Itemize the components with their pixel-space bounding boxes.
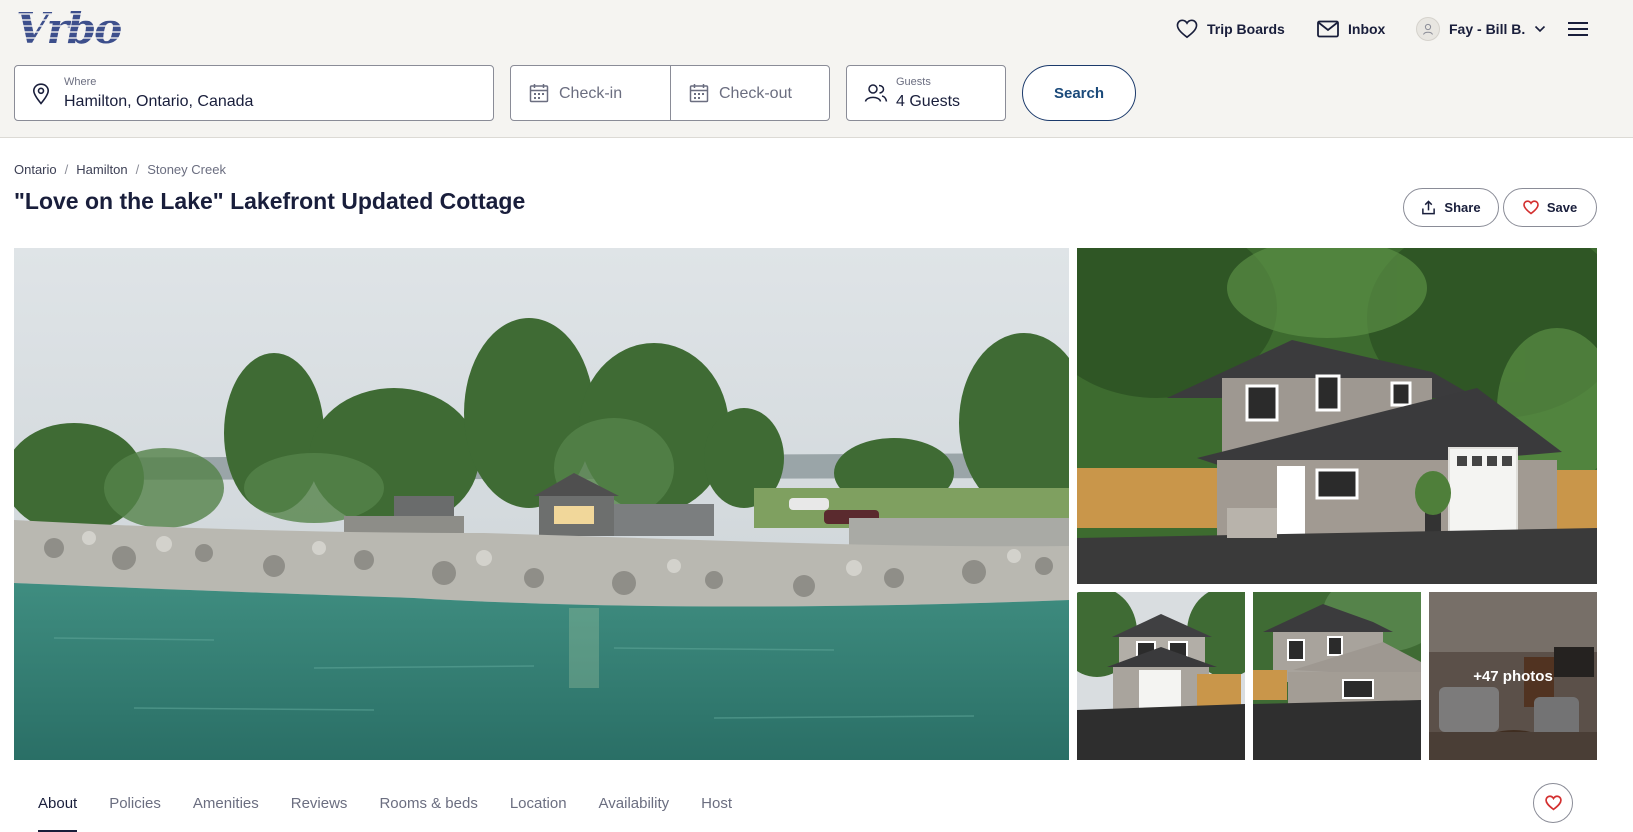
site-header: Vrbo Trip Boards Inbox Fay - Bill B. Whe…: [0, 0, 1633, 138]
checkout-placeholder: Check-out: [719, 85, 792, 102]
envelope-icon: [1317, 20, 1339, 38]
listing-tabs: About Policies Amenities Reviews Rooms &…: [38, 793, 732, 832]
tab-host[interactable]: Host: [701, 793, 732, 832]
guests-icon: [864, 84, 888, 102]
tab-policies[interactable]: Policies: [109, 793, 161, 832]
inbox-label: Inbox: [1348, 21, 1386, 37]
vrbo-logo[interactable]: Vrbo: [14, 6, 138, 50]
photo-living-room[interactable]: +47 photos: [1429, 592, 1597, 760]
more-photos-label: +47 photos: [1473, 667, 1553, 685]
checkin-placeholder: Check-in: [559, 85, 623, 102]
photo-garage-front[interactable]: [1077, 592, 1245, 760]
trip-boards-link[interactable]: Trip Boards: [1176, 14, 1285, 44]
guests-label: Guests: [896, 76, 931, 88]
calendar-icon: [529, 84, 549, 103]
favorite-button[interactable]: [1533, 783, 1573, 823]
location-pin-icon: [32, 83, 50, 105]
share-icon: [1422, 200, 1436, 215]
tab-amenities[interactable]: Amenities: [193, 793, 259, 832]
save-button[interactable]: Save: [1503, 188, 1597, 227]
heart-icon: [1544, 795, 1562, 811]
more-photos-overlay[interactable]: +47 photos: [1429, 592, 1597, 760]
inbox-link[interactable]: Inbox: [1317, 14, 1385, 44]
share-button[interactable]: Share: [1403, 188, 1499, 227]
avatar: [1416, 17, 1440, 41]
breadcrumb-separator: /: [135, 162, 140, 177]
share-label: Share: [1444, 200, 1481, 215]
save-label: Save: [1546, 200, 1578, 215]
menu-icon: [1568, 22, 1588, 36]
main-photo-lakefront[interactable]: [14, 248, 1069, 760]
dates-field: Check-in Check-out: [510, 65, 830, 121]
calendar-icon: [689, 84, 709, 103]
where-field[interactable]: Where Hamilton, Ontario, Canada: [14, 65, 494, 121]
tab-rooms-beds[interactable]: Rooms & beds: [379, 793, 477, 832]
hamburger-menu-button[interactable]: [1568, 14, 1588, 44]
photo-house-side[interactable]: [1253, 592, 1421, 760]
user-menu[interactable]: Fay - Bill B.: [1416, 14, 1546, 44]
where-input[interactable]: Hamilton, Ontario, Canada: [64, 93, 253, 111]
trip-boards-label: Trip Boards: [1207, 21, 1285, 37]
user-name: Fay - Bill B.: [1449, 21, 1526, 37]
breadcrumb-separator: /: [64, 162, 69, 177]
guests-value: 4 Guests: [896, 93, 961, 110]
guests-field[interactable]: Guests 4 Guests: [846, 65, 1006, 121]
breadcrumb: Ontario / Hamilton / Stoney Creek: [14, 162, 226, 177]
where-label: Where: [64, 76, 97, 88]
tab-about[interactable]: About: [38, 793, 78, 832]
heart-icon: [1523, 200, 1539, 215]
search-button[interactable]: Search: [1022, 65, 1136, 121]
breadcrumb-hamilton[interactable]: Hamilton: [76, 162, 127, 177]
photo-house-exterior[interactable]: [1077, 248, 1597, 584]
tab-location[interactable]: Location: [510, 793, 567, 832]
breadcrumb-stoney-creek[interactable]: Stoney Creek: [147, 162, 226, 177]
tab-availability[interactable]: Availability: [599, 793, 670, 832]
svg-text:Vrbo: Vrbo: [16, 6, 121, 50]
heart-icon: [1176, 19, 1198, 39]
tab-reviews[interactable]: Reviews: [291, 793, 348, 832]
chevron-down-icon: [1535, 25, 1546, 33]
breadcrumb-ontario[interactable]: Ontario: [14, 162, 57, 177]
page-title: "Love on the Lake" Lakefront Updated Cot…: [14, 188, 526, 214]
checkin-field[interactable]: Check-in: [511, 66, 671, 120]
checkout-field[interactable]: Check-out: [671, 66, 831, 120]
user-icon: [1423, 23, 1433, 35]
